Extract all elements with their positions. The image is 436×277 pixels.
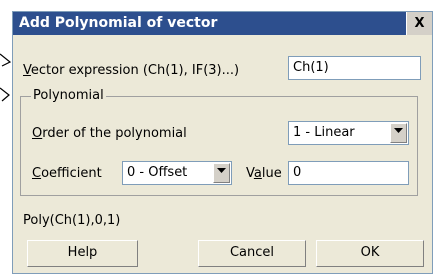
help-button[interactable]: Help xyxy=(27,240,138,267)
close-button[interactable]: X xyxy=(406,12,432,35)
order-label: Order of the polynomial xyxy=(32,126,187,141)
value-input[interactable]: 0 xyxy=(288,161,409,185)
polynomial-group-title: Polynomial xyxy=(31,88,106,103)
order-dropdown-button[interactable] xyxy=(390,123,407,143)
coefficient-label: Coefficient xyxy=(32,166,102,181)
coefficient-selected-value: 0 - Offset xyxy=(127,165,188,180)
dialog-title-bar[interactable]: Add Polynomial of vector xyxy=(13,12,432,35)
order-select[interactable]: 1 - Linear xyxy=(288,121,409,145)
chevron-down-icon xyxy=(394,128,403,133)
chevron-down-icon xyxy=(217,168,226,173)
ok-button[interactable]: OK xyxy=(316,240,424,267)
add-polynomial-dialog: Add Polynomial of vector X Vector expres… xyxy=(12,11,433,274)
cancel-button[interactable]: Cancel xyxy=(198,240,306,267)
polynomial-group: Polynomial Order of the polynomial 1 - L… xyxy=(20,88,418,196)
dialog-title: Add Polynomial of vector xyxy=(19,15,218,31)
value-input-text: 0 xyxy=(293,165,302,180)
vector-expression-label: Vector expression (Ch(1), IF(3)...) xyxy=(23,63,240,78)
vector-expression-input[interactable]: Ch(1) xyxy=(288,56,421,80)
result-expression: Poly(Ch(1),0,1) xyxy=(23,213,121,228)
value-label: Value xyxy=(246,166,282,181)
close-icon: X xyxy=(414,16,425,31)
coefficient-dropdown-button[interactable] xyxy=(213,163,230,183)
order-selected-value: 1 - Linear xyxy=(293,125,355,140)
coefficient-select[interactable]: 0 - Offset xyxy=(122,161,232,185)
vector-expression-value: Ch(1) xyxy=(293,60,329,75)
